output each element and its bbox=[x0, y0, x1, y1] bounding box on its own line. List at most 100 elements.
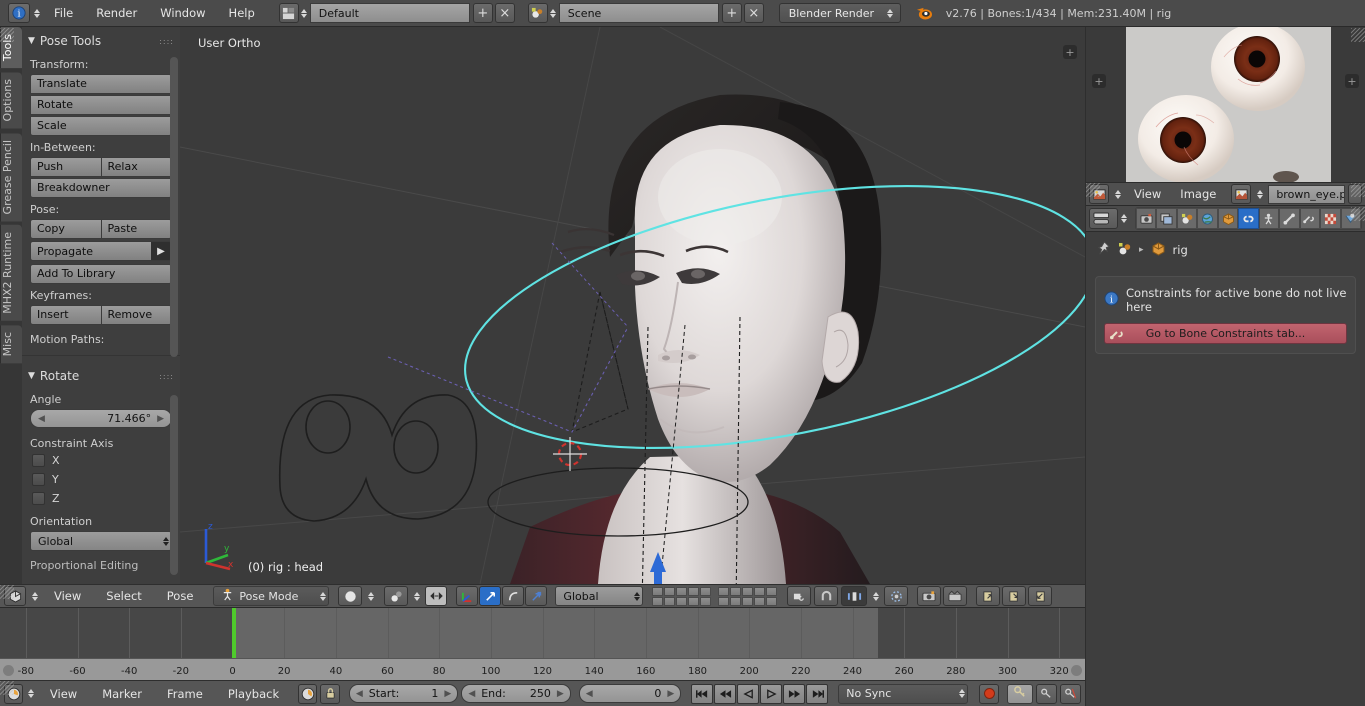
render-image-icon[interactable] bbox=[917, 586, 942, 606]
properties-editor[interactable]: ▸ rig i Constraints for active bone do n… bbox=[1086, 206, 1365, 706]
rotate-button[interactable]: Rotate bbox=[30, 95, 172, 115]
snap-element-icon[interactable] bbox=[841, 586, 868, 606]
paste-pose-button[interactable]: Paste bbox=[101, 219, 172, 239]
relax-button[interactable]: Relax bbox=[101, 157, 172, 177]
menu-file[interactable]: File bbox=[43, 1, 84, 25]
delete-screen-button[interactable]: × bbox=[494, 3, 515, 23]
layer-cell[interactable] bbox=[730, 596, 742, 606]
viewport-menu-view[interactable]: View bbox=[43, 584, 92, 608]
viewport-menu-pose[interactable]: Pose bbox=[156, 584, 205, 608]
decrement-arrow-icon[interactable]: ◀ bbox=[468, 689, 475, 699]
area-corner-grip[interactable] bbox=[0, 585, 14, 599]
chevron-right-icon[interactable]: ▶ bbox=[151, 242, 171, 260]
layer-cell[interactable] bbox=[700, 596, 712, 606]
properties-editor-spinner[interactable] bbox=[1118, 209, 1129, 229]
layer-cell[interactable] bbox=[766, 586, 778, 596]
expand-image-panel-left-icon[interactable]: + bbox=[1092, 74, 1106, 88]
layer-cell[interactable] bbox=[700, 586, 712, 596]
area-corner-grip[interactable] bbox=[1351, 28, 1365, 42]
layer-cell[interactable] bbox=[676, 586, 688, 596]
sync-mode-dropdown[interactable]: No Sync bbox=[838, 683, 969, 704]
layer-cell[interactable] bbox=[718, 586, 730, 596]
menu-render[interactable]: Render bbox=[85, 1, 148, 25]
properties-tab-bone-constraints[interactable] bbox=[1299, 208, 1321, 229]
decrement-arrow-icon[interactable]: ◀ bbox=[586, 689, 593, 699]
browse-image-spinner[interactable] bbox=[1254, 184, 1265, 204]
lock-camera-to-view-icon[interactable] bbox=[787, 586, 812, 606]
play-button[interactable] bbox=[760, 683, 783, 704]
sidebar-tab-mhx2-runtime[interactable]: MHX2 Runtime bbox=[0, 225, 22, 321]
area-corner-grip[interactable] bbox=[0, 28, 14, 42]
properties-tab-render-layers[interactable] bbox=[1156, 208, 1177, 229]
screen-layout-selector[interactable]: Default + × bbox=[278, 3, 515, 23]
properties-tab-armature-data[interactable] bbox=[1258, 208, 1280, 229]
layer-cell[interactable] bbox=[676, 596, 688, 606]
proportional-editing-icon[interactable] bbox=[884, 586, 909, 606]
panel-header-rotate[interactable]: ▼ Rotate :::: bbox=[22, 362, 180, 388]
toolshelf-scrollbar-lower[interactable] bbox=[170, 395, 178, 575]
increment-arrow-icon[interactable]: ▶ bbox=[157, 414, 164, 424]
screen-layout-name[interactable]: Default bbox=[309, 3, 470, 23]
panel-header-pose-tools[interactable]: ▼ Pose Tools :::: bbox=[22, 27, 180, 53]
insert-keyframe-button[interactable]: Insert bbox=[30, 305, 102, 325]
push-button[interactable]: Push bbox=[30, 157, 102, 177]
copy-pose-icon[interactable] bbox=[976, 586, 1001, 606]
remove-keying-set-icon[interactable] bbox=[1059, 683, 1081, 704]
angle-field[interactable]: ◀ 71.466° ▶ bbox=[30, 409, 172, 428]
timeline-ruler[interactable]: -80 -60 -40 -20 0 20 40 60 80 100 120 140 160 180 200 2… bbox=[0, 658, 1085, 680]
timeline-scroll-handle-right[interactable] bbox=[1071, 665, 1082, 676]
viewport-menu-select[interactable]: Select bbox=[95, 584, 152, 608]
properties-tab-material[interactable] bbox=[1320, 208, 1341, 229]
layer-cell[interactable] bbox=[652, 586, 664, 596]
remove-keyframe-button[interactable]: Remove bbox=[101, 305, 172, 325]
image-name-field[interactable]: brown_eye.png.002 bbox=[1268, 184, 1345, 204]
pivot-spinner[interactable] bbox=[411, 586, 422, 606]
timeline-scroll-handle-left[interactable] bbox=[3, 665, 14, 676]
screen-layout-spinner[interactable] bbox=[299, 3, 310, 23]
rotate-manipulator-icon[interactable] bbox=[502, 586, 525, 606]
paste-flipped-pose-icon[interactable] bbox=[1028, 586, 1053, 606]
area-corner-grip[interactable] bbox=[0, 681, 14, 695]
layer-cell[interactable] bbox=[766, 596, 778, 606]
editor-type-spinner[interactable] bbox=[31, 3, 42, 23]
layer-cell[interactable] bbox=[688, 586, 700, 596]
increment-arrow-icon[interactable]: ▶ bbox=[557, 689, 564, 699]
area-corner-grip[interactable] bbox=[1351, 207, 1365, 221]
editor-type-properties-icon[interactable] bbox=[1089, 208, 1119, 229]
manipulator-toggle-icon[interactable] bbox=[456, 586, 479, 606]
info-editor-icon[interactable]: i bbox=[8, 3, 30, 23]
properties-tab-object-constraints[interactable] bbox=[1238, 208, 1259, 229]
timeline-menu-view[interactable]: View bbox=[39, 682, 88, 706]
scene-breadcrumb-icon[interactable] bbox=[1118, 242, 1132, 259]
new-scene-button[interactable]: + bbox=[721, 3, 742, 23]
menu-help[interactable]: Help bbox=[218, 1, 266, 25]
active-keying-set-field[interactable] bbox=[1006, 683, 1033, 704]
scene-spinner[interactable] bbox=[548, 3, 559, 23]
image-editor-spinner[interactable] bbox=[1112, 184, 1123, 204]
interaction-mode-dropdown[interactable]: Pose Mode bbox=[213, 586, 330, 606]
timeline-menu-marker[interactable]: Marker bbox=[91, 682, 153, 706]
viewport-editor-spinner[interactable] bbox=[29, 586, 40, 606]
image-menu-image[interactable]: Image bbox=[1172, 182, 1224, 206]
object-breadcrumb-icon[interactable] bbox=[1151, 241, 1166, 259]
timeline-menu-frame[interactable]: Frame bbox=[156, 682, 214, 706]
propagate-button[interactable]: Propagate ▶ bbox=[30, 241, 172, 261]
uv-image-editor[interactable]: + + bbox=[1086, 27, 1365, 182]
step-forward-button[interactable] bbox=[783, 683, 806, 704]
play-reverse-button[interactable] bbox=[737, 683, 760, 704]
viewport-shading-spinner[interactable] bbox=[365, 586, 376, 606]
image-menu-view[interactable]: View bbox=[1126, 182, 1169, 206]
decrement-arrow-icon[interactable]: ◀ bbox=[38, 414, 45, 424]
constraint-axis-z-checkbox[interactable] bbox=[32, 492, 45, 505]
add-keying-set-icon[interactable] bbox=[1035, 683, 1057, 704]
step-back-button[interactable] bbox=[714, 683, 737, 704]
go-to-bone-constraints-button[interactable]: Go to Bone Constraints tab... bbox=[1104, 323, 1347, 344]
paste-pose-icon[interactable] bbox=[1002, 586, 1027, 606]
scene-name[interactable]: Scene bbox=[558, 3, 719, 23]
render-animation-icon[interactable] bbox=[943, 586, 968, 606]
new-screen-button[interactable]: + bbox=[472, 3, 493, 23]
pivot-point-icon[interactable] bbox=[384, 586, 409, 606]
snap-magnet-icon[interactable] bbox=[814, 586, 839, 606]
sidebar-tab-misc[interactable]: Misc bbox=[0, 324, 22, 364]
decrement-arrow-icon[interactable]: ◀ bbox=[356, 689, 363, 699]
